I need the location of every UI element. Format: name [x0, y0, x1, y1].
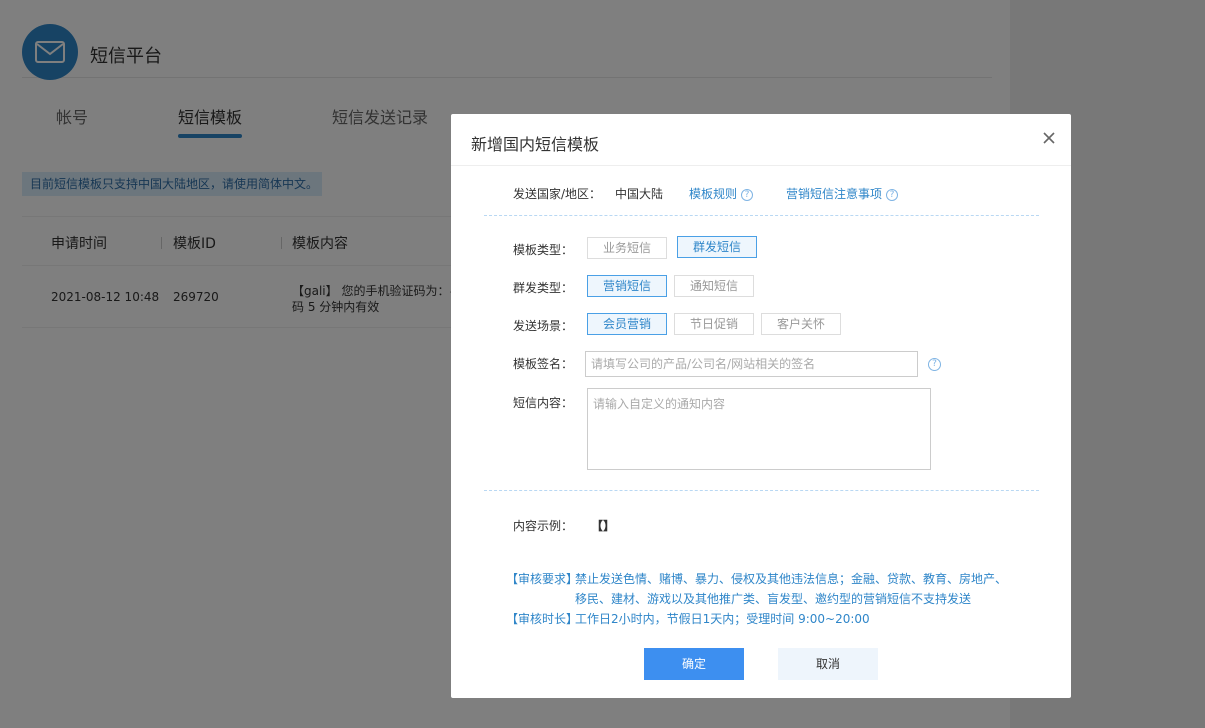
help-icon: ? — [741, 188, 754, 201]
country-label: 发送国家/地区： — [513, 187, 602, 201]
close-icon[interactable] — [1039, 128, 1059, 148]
content-textarea[interactable]: 请输入自定义的通知内容 — [587, 388, 931, 470]
add-template-dialog: 新增国内短信模板 发送国家/地区： 中国大陆 模板规则? 营销短信注意事项? 模… — [451, 114, 1071, 698]
country-value: 中国大陆 — [615, 187, 664, 201]
review-req-line1: 禁止发送色情、赌博、暴力、侵权及其他违法信息；金融、贷款、教育、房地产、 — [575, 572, 1008, 586]
option-marketing-sms[interactable]: 营销短信 — [587, 275, 667, 297]
template-rules-link[interactable]: 模板规则? — [689, 185, 754, 202]
option-customer-care[interactable]: 客户关怀 — [761, 313, 841, 335]
template-rules-text: 模板规则 — [689, 187, 738, 201]
review-time-tag: 【审核时长】 — [506, 612, 579, 626]
template-type-label: 模板类型： — [513, 243, 574, 257]
marketing-notes-link[interactable]: 营销短信注意事项? — [786, 185, 899, 202]
group-type-label: 群发类型： — [513, 281, 574, 295]
confirm-button[interactable]: 确定 — [644, 648, 744, 680]
dialog-title: 新增国内短信模板 — [471, 135, 600, 154]
option-group-sms[interactable]: 群发短信 — [677, 236, 757, 258]
scene-label: 发送场景： — [513, 319, 574, 333]
example-label: 内容示例： — [513, 519, 574, 533]
cancel-button[interactable]: 取消 — [778, 648, 878, 680]
dashed-divider — [484, 215, 1039, 216]
option-notification-sms[interactable]: 通知短信 — [674, 275, 754, 297]
content-label: 短信内容： — [513, 396, 574, 410]
signature-input[interactable]: 请填写公司的产品/公司名/网站相关的签名 — [585, 351, 918, 377]
review-req-line2: 移民、建材、游戏以及其他推广类、盲发型、邀约型的营销短信不支持发送 — [575, 592, 972, 606]
review-req-tag: 【审核要求】 — [506, 572, 579, 586]
option-business-sms[interactable]: 业务短信 — [587, 237, 667, 259]
dialog-header: 新增国内短信模板 — [451, 114, 1071, 166]
option-holiday-promo[interactable]: 节日促销 — [674, 313, 754, 335]
signature-label: 模板签名： — [513, 357, 574, 371]
help-icon: ? — [886, 188, 899, 201]
signature-help-icon[interactable]: ? — [928, 358, 941, 371]
review-time-text: 工作日2小时内，节假日1天内；受理时间 9:00~20:00 — [575, 612, 870, 626]
example-value: 【】 — [591, 519, 616, 533]
dashed-divider — [484, 490, 1039, 491]
marketing-notes-text: 营销短信注意事项 — [786, 187, 883, 201]
option-member-marketing[interactable]: 会员营销 — [587, 313, 667, 335]
